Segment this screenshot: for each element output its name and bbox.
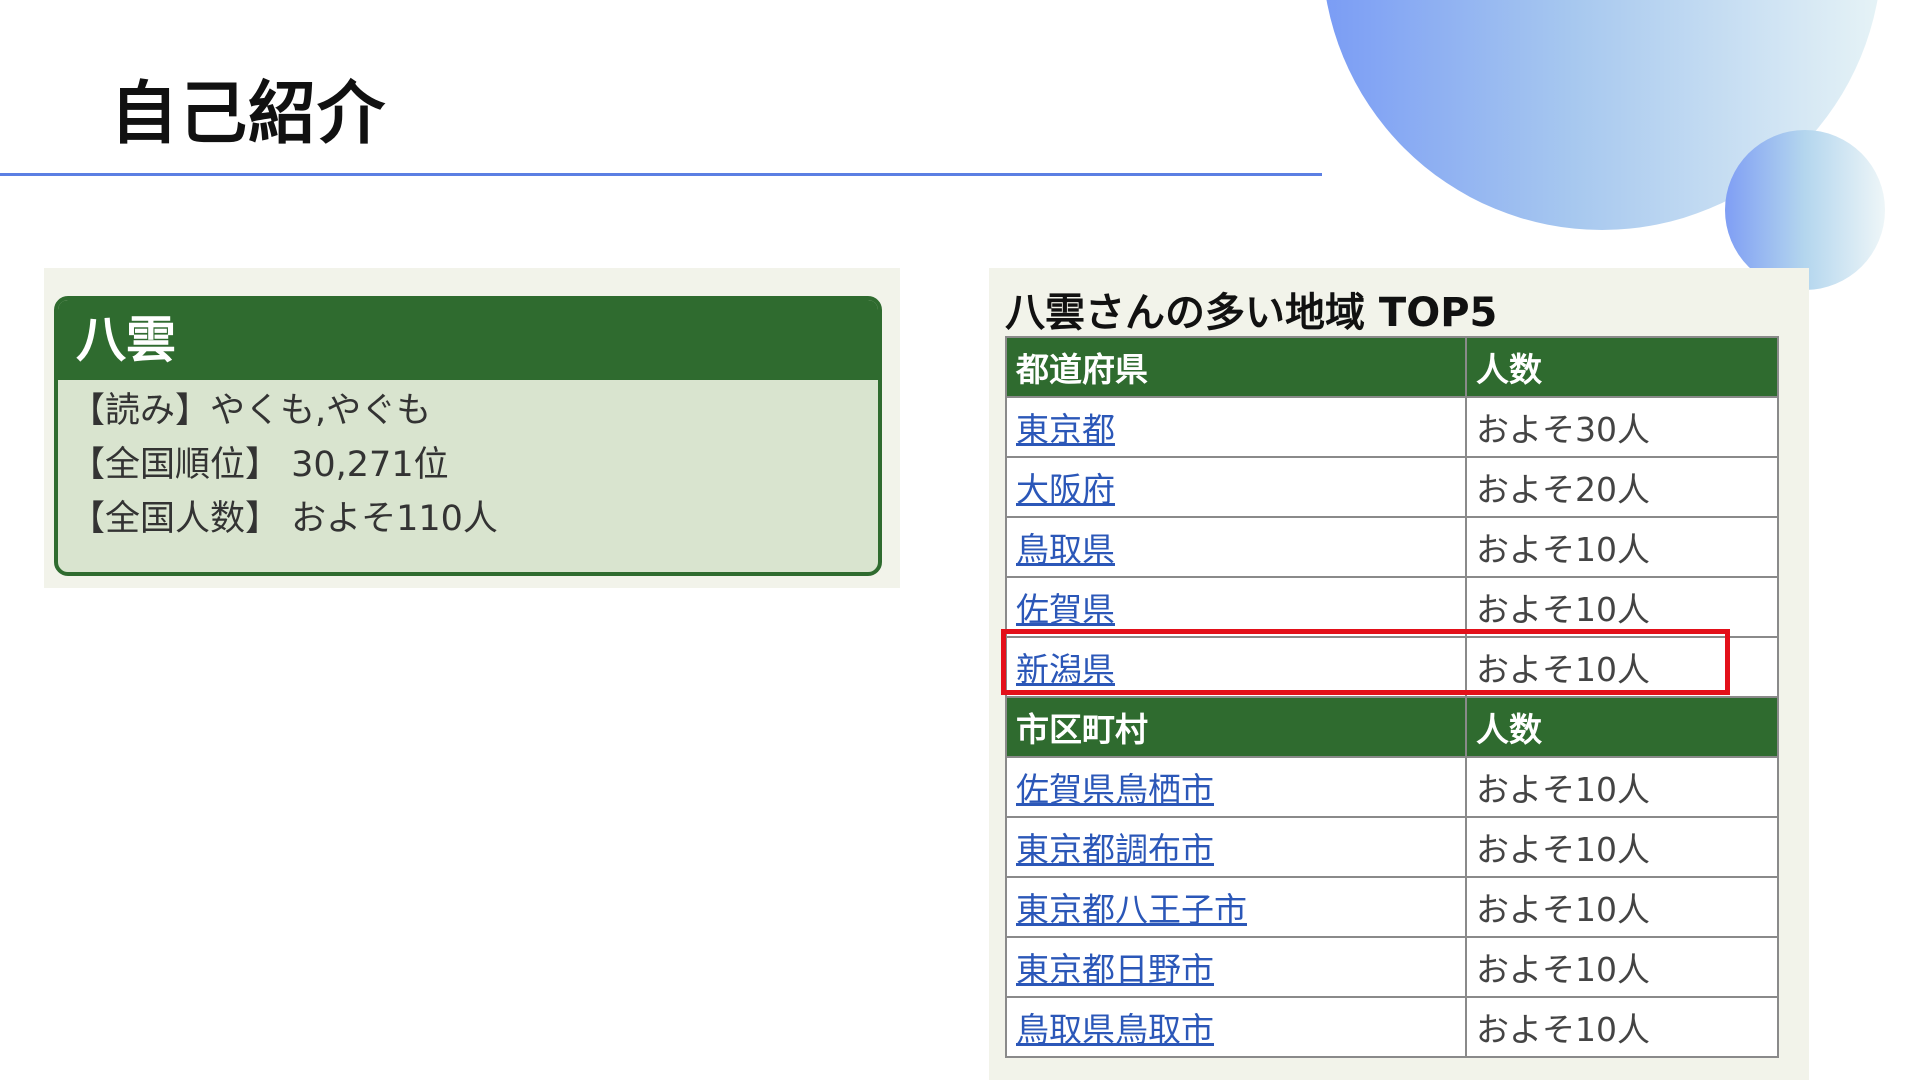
count-cell: およそ10人 (1465, 936, 1779, 998)
prefecture-cell: 大阪府 (1005, 456, 1467, 518)
prefecture-link[interactable]: 大阪府 (1016, 470, 1115, 509)
city-cell: 東京都八王子市 (1005, 876, 1467, 938)
slide-title: 自己紹介 (110, 75, 387, 154)
surname-heading: 八雲 (58, 300, 878, 380)
table-row: 東京都 およそ30人 (1005, 396, 1779, 458)
slide: 自己紹介 八雲 【読み】やくも,やぐも 【全国順位】 30,271位 【全国人数… (0, 0, 1920, 1080)
prefecture-cell: 佐賀県 (1005, 576, 1467, 638)
count-cell: およそ10人 (1465, 516, 1779, 578)
city-link[interactable]: 佐賀県鳥栖市 (1016, 770, 1214, 809)
region-ranking-table: 都道府県 人数 東京都 およそ30人 大阪府 およそ20人 鳥取県 およそ10人… (1005, 336, 1779, 1058)
surname-panel: 八雲 【読み】やくも,やぐも 【全国順位】 30,271位 【全国人数】 およそ… (44, 268, 900, 588)
count-cell: およそ10人 (1465, 576, 1779, 638)
table-row: 佐賀県 およそ10人 (1005, 576, 1779, 638)
count-cell: およそ30人 (1465, 396, 1779, 458)
city-header-row: 市区町村 人数 (1005, 696, 1779, 758)
count-cell: およそ10人 (1465, 636, 1779, 698)
prefecture-cell: 鳥取県 (1005, 516, 1467, 578)
count-cell: およそ10人 (1465, 756, 1779, 818)
table-row: 東京都日野市 およそ10人 (1005, 936, 1779, 998)
table-row: 東京都調布市 およそ10人 (1005, 816, 1779, 878)
city-link[interactable]: 東京都調布市 (1016, 830, 1214, 869)
city-link[interactable]: 東京都八王子市 (1016, 890, 1247, 929)
count-cell: およそ10人 (1465, 816, 1779, 878)
surname-details: 【読み】やくも,やぐも 【全国順位】 30,271位 【全国人数】 およそ110… (58, 380, 878, 546)
region-ranking-title: 八雲さんの多い地域 TOP5 (1005, 290, 1498, 336)
surname-card: 八雲 【読み】やくも,やぐも 【全国順位】 30,271位 【全国人数】 およそ… (54, 296, 882, 576)
count-cell: およそ10人 (1465, 876, 1779, 938)
region-ranking-panel: 八雲さんの多い地域 TOP5 都道府県 人数 東京都 およそ30人 大阪府 およ… (989, 268, 1809, 1080)
count-cell: およそ20人 (1465, 456, 1779, 518)
city-cell: 佐賀県鳥栖市 (1005, 756, 1467, 818)
city-cell: 鳥取県鳥取市 (1005, 996, 1467, 1058)
table-row: 鳥取県 およそ10人 (1005, 516, 1779, 578)
city-count-column-header: 人数 (1465, 696, 1779, 758)
prefecture-link[interactable]: 佐賀県 (1016, 590, 1115, 629)
city-cell: 東京都調布市 (1005, 816, 1467, 878)
prefecture-cell: 東京都 (1005, 396, 1467, 458)
reading-line: 【読み】やくも,やぐも (70, 391, 432, 431)
national-rank-line: 【全国順位】 30,271位 (70, 445, 449, 485)
national-population-line: 【全国人数】 およそ110人 (70, 499, 498, 539)
prefecture-cell: 新潟県 (1005, 636, 1467, 698)
prefecture-link[interactable]: 新潟県 (1016, 650, 1115, 689)
prefecture-column-header: 都道府県 (1005, 336, 1467, 398)
prefecture-link[interactable]: 東京都 (1016, 410, 1115, 449)
table-row: 佐賀県鳥栖市 およそ10人 (1005, 756, 1779, 818)
table-row: 東京都八王子市 およそ10人 (1005, 876, 1779, 938)
city-link[interactable]: 鳥取県鳥取市 (1016, 1010, 1214, 1049)
table-row-highlighted: 新潟県 およそ10人 (1005, 636, 1779, 698)
prefecture-link[interactable]: 鳥取県 (1016, 530, 1115, 569)
table-row: 大阪府 およそ20人 (1005, 456, 1779, 518)
title-divider (0, 173, 1322, 176)
prefecture-count-column-header: 人数 (1465, 336, 1779, 398)
prefecture-header-row: 都道府県 人数 (1005, 336, 1779, 398)
table-row: 鳥取県鳥取市 およそ10人 (1005, 996, 1779, 1058)
city-cell: 東京都日野市 (1005, 936, 1467, 998)
city-link[interactable]: 東京都日野市 (1016, 950, 1214, 989)
count-cell: およそ10人 (1465, 996, 1779, 1058)
city-column-header: 市区町村 (1005, 696, 1467, 758)
decorative-gradient-circle-small (1725, 130, 1885, 290)
